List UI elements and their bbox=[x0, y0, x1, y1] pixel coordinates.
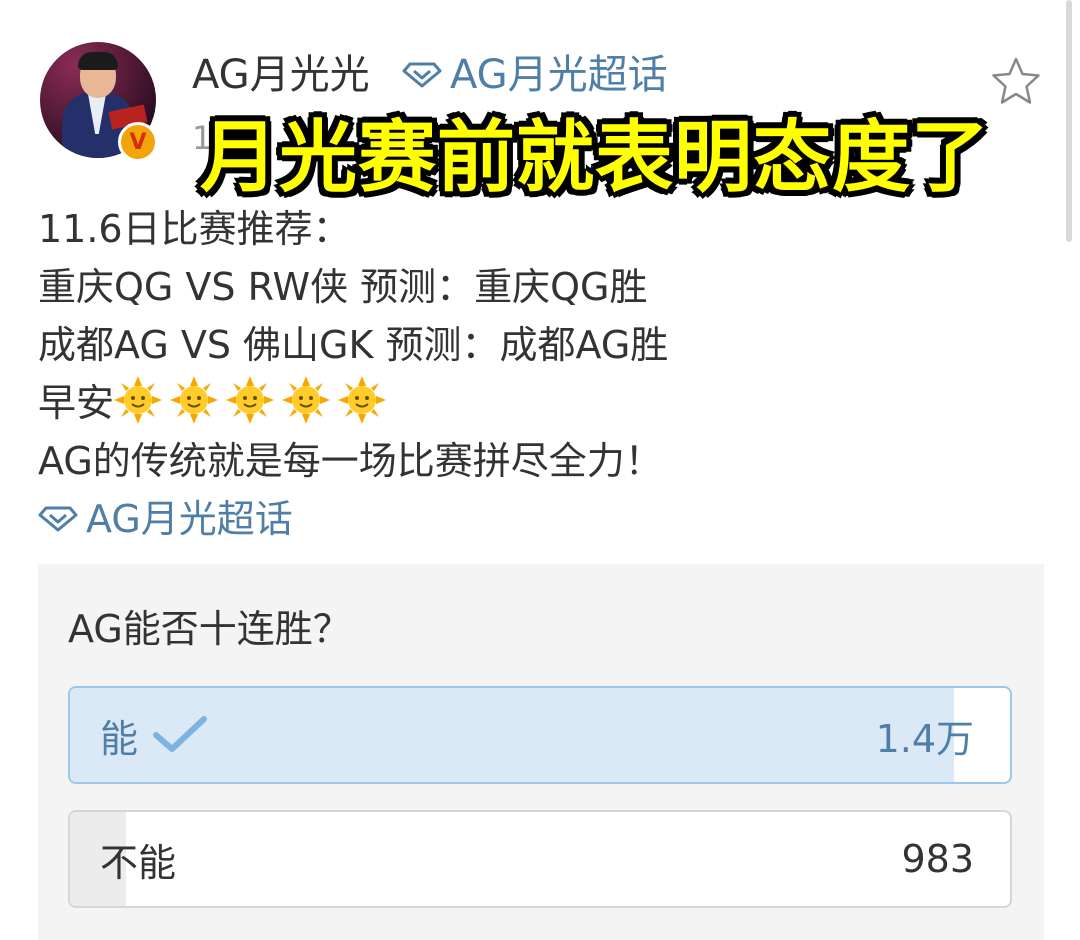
body-line-4: 早安 bbox=[38, 374, 668, 432]
poll-option-yes-count: 1.4万 bbox=[875, 716, 974, 761]
sun-emoji-icon bbox=[114, 376, 163, 424]
scrollbar[interactable] bbox=[1066, 0, 1072, 242]
inline-topic-label: AG月光超话 bbox=[86, 497, 293, 541]
post-body: 11.6日比赛推荐： 重庆QG VS RW侠 预测：重庆QG胜 成都AG VS … bbox=[38, 200, 668, 548]
sun-emoji-icon bbox=[338, 376, 387, 424]
poll-option-no-count: 983 bbox=[901, 837, 974, 881]
poll-option-no[interactable]: 不能 983 bbox=[68, 810, 1012, 908]
star-icon[interactable] bbox=[990, 56, 1042, 106]
diamond-icon bbox=[38, 506, 78, 532]
check-icon bbox=[153, 716, 208, 752]
body-line-5: AG的传统就是每一场比赛拼尽全力！ bbox=[38, 439, 663, 483]
sun-emoji-icon bbox=[226, 376, 275, 424]
username[interactable]: AG月光光 bbox=[192, 50, 370, 100]
inline-topic: AG月光超话 bbox=[38, 490, 293, 548]
poll-card: AG能否十连胜？ 能 1.4万 不能 983 bbox=[38, 564, 1044, 940]
poll-option-yes-label: 能 bbox=[100, 716, 139, 761]
sun-emoji-icon bbox=[282, 376, 331, 424]
topic-tag-link[interactable]: AG月光超话 bbox=[402, 50, 668, 100]
poll-option-yes-label-wrap: 能 bbox=[100, 688, 208, 782]
verified-badge-icon: V bbox=[118, 122, 158, 162]
body-line-4-text: 早安 bbox=[38, 381, 115, 425]
body-line-3: 成都AG VS 佛山GK 预测：成都AG胜 bbox=[38, 323, 669, 367]
topic-tag-label: AG月光超话 bbox=[450, 52, 668, 98]
overlay-caption: 月光赛前就表明态度了 bbox=[200, 113, 991, 203]
sun-emoji-icon bbox=[170, 376, 219, 424]
body-line-2: 重庆QG VS RW侠 预测：重庆QG胜 bbox=[38, 265, 648, 309]
poll-question: AG能否十连胜？ bbox=[68, 607, 351, 651]
diamond-icon bbox=[402, 62, 442, 88]
weibo-post-screen: V AG月光光 AG月光超话 1 月光赛前就表明态度了 11.6日比赛推荐： 重… bbox=[0, 0, 1080, 940]
poll-option-no-label: 不能 bbox=[100, 840, 177, 885]
poll-option-yes[interactable]: 能 1.4万 bbox=[68, 686, 1012, 784]
inline-topic-link[interactable]: AG月光超话 bbox=[38, 490, 668, 548]
avatar-hair bbox=[78, 52, 118, 70]
body-line-1: 11.6日比赛推荐： bbox=[38, 207, 351, 251]
